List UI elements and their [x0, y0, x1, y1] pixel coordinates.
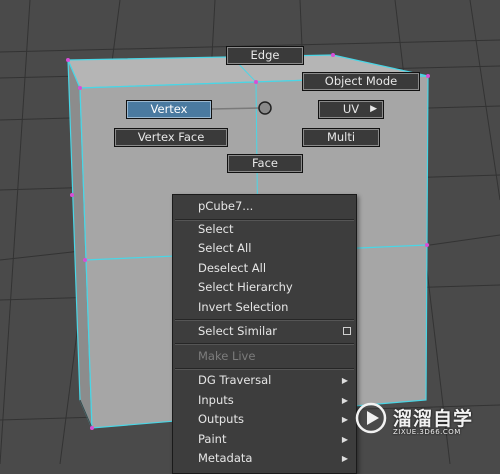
marking-object-mode-label: Object Mode — [324, 74, 398, 88]
arrow-right-icon: ▶ — [341, 415, 348, 424]
marking-face-button[interactable]: Face — [227, 154, 303, 173]
marking-vertex-face-label: Vertex Face — [137, 130, 205, 144]
menu-item-select-hierarchy[interactable]: Select Hierarchy — [173, 278, 356, 297]
marking-uv-label: UV — [342, 102, 360, 116]
context-menu: pCube7... Select Select All Deselect All… — [172, 194, 357, 474]
menu-item-dg-traversal[interactable]: DG Traversal ▶ — [173, 371, 356, 390]
menu-item-invert-selection[interactable]: Invert Selection — [173, 298, 356, 317]
menu-item-make-live: Make Live — [173, 347, 356, 366]
menu-separator — [175, 343, 354, 345]
option-box-icon[interactable] — [343, 327, 351, 335]
menu-item-label: Make Live — [198, 349, 256, 363]
menu-item-paint[interactable]: Paint ▶ — [173, 430, 356, 449]
menu-item-label: Select All — [198, 241, 252, 255]
menu-object-name[interactable]: pCube7... — [173, 197, 356, 216]
menu-item-label: Select — [198, 222, 234, 236]
menu-item-label: Paint — [198, 432, 227, 446]
menu-item-label: Select Similar — [198, 324, 277, 338]
vertex-point — [331, 53, 335, 57]
marking-object-mode-button[interactable]: Object Mode — [302, 72, 420, 91]
vertex-point — [70, 193, 74, 197]
marking-multi-button[interactable]: Multi — [302, 128, 380, 147]
marking-menu-center-icon — [258, 101, 272, 115]
vertex-point — [83, 258, 87, 262]
watermark-title: 溜溜自学 — [393, 408, 474, 430]
marking-vertex-face-button[interactable]: Vertex Face — [114, 128, 228, 147]
vertex-point — [425, 243, 429, 247]
menu-item-label: Deselect All — [198, 261, 267, 275]
play-logo-icon — [355, 402, 387, 434]
arrow-right-icon: ▶ — [341, 396, 348, 405]
menu-item-label: Select Hierarchy — [198, 280, 293, 294]
watermark: 溜溜自学 ZIXUE.3D66.COM — [355, 402, 475, 442]
menu-item-label: Invert Selection — [198, 300, 289, 314]
menu-item-select-similar[interactable]: Select Similar — [173, 322, 356, 341]
marking-uv-button[interactable]: UV ▶ — [318, 100, 384, 119]
menu-item-label: Inputs — [198, 393, 234, 407]
vertex-point — [78, 86, 82, 90]
menu-item-label: DG Traversal — [198, 373, 272, 387]
vertex-point — [66, 58, 70, 62]
menu-item-metadata[interactable]: Metadata ▶ — [173, 449, 356, 468]
arrow-right-icon: ▶ — [341, 376, 348, 385]
marking-edge-button[interactable]: Edge — [226, 46, 304, 65]
menu-item-inputs[interactable]: Inputs ▶ — [173, 391, 356, 410]
menu-separator — [175, 368, 354, 370]
menu-item-label: Outputs — [198, 412, 244, 426]
marking-menu-connector — [210, 107, 261, 110]
marking-multi-label: Multi — [326, 130, 356, 144]
arrow-right-icon: ▶ — [341, 435, 348, 444]
menu-item-select[interactable]: Select — [173, 220, 356, 239]
menu-item-label: Metadata — [198, 451, 253, 465]
menu-object-name-label: pCube7... — [198, 199, 254, 213]
vertex-point — [90, 426, 94, 430]
menu-item-outputs[interactable]: Outputs ▶ — [173, 410, 356, 429]
menu-item-deselect-all[interactable]: Deselect All — [173, 259, 356, 278]
marking-vertex-label: Vertex — [150, 102, 188, 116]
menu-separator — [175, 319, 354, 321]
arrow-right-icon: ▶ — [341, 454, 348, 463]
menu-item-select-all[interactable]: Select All — [173, 239, 356, 258]
marking-vertex-button[interactable]: Vertex — [126, 100, 212, 119]
vertex-point — [254, 80, 258, 84]
watermark-url: ZIXUE.3D66.COM — [393, 428, 461, 436]
arrow-right-icon: ▶ — [370, 104, 377, 114]
marking-edge-label: Edge — [250, 48, 280, 62]
vertex-point — [426, 74, 430, 78]
marking-face-label: Face — [251, 156, 278, 170]
